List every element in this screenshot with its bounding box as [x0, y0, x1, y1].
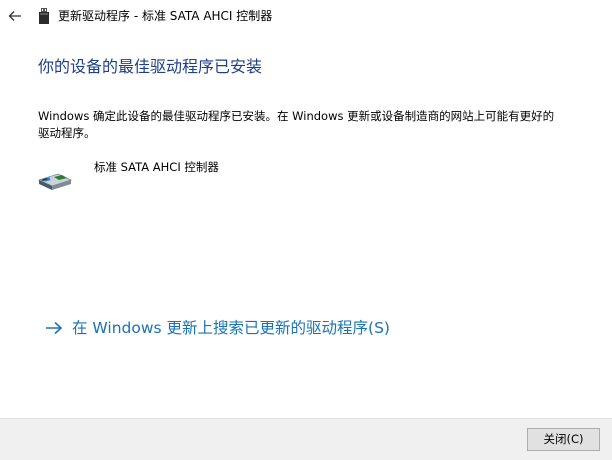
right-arrow-icon — [44, 318, 64, 338]
window-title: 更新驱动程序 - 标准 SATA AHCI 控制器 — [58, 9, 273, 23]
search-windows-update-link[interactable]: 在 Windows 更新上搜索已更新的驱动程序(S) — [44, 318, 390, 338]
close-button[interactable]: 关闭(C) — [527, 428, 600, 451]
dialog-footer: 关闭(C) — [0, 418, 612, 460]
usb-device-icon — [39, 8, 49, 24]
back-arrow-icon — [8, 11, 21, 21]
back-button[interactable] — [4, 5, 26, 27]
storage-controller-icon — [38, 173, 72, 190]
page-heading: 你的设备的最佳驱动程序已安装 — [38, 57, 263, 76]
device-name: 标准 SATA AHCI 控制器 — [94, 160, 219, 174]
title-bar: 更新驱动程序 - 标准 SATA AHCI 控制器 — [0, 0, 612, 32]
search-link-label: 在 Windows 更新上搜索已更新的驱动程序(S) — [72, 319, 390, 337]
description-text: Windows 确定此设备的最佳驱动程序已安装。在 Windows 更新或设备制… — [38, 109, 555, 140]
